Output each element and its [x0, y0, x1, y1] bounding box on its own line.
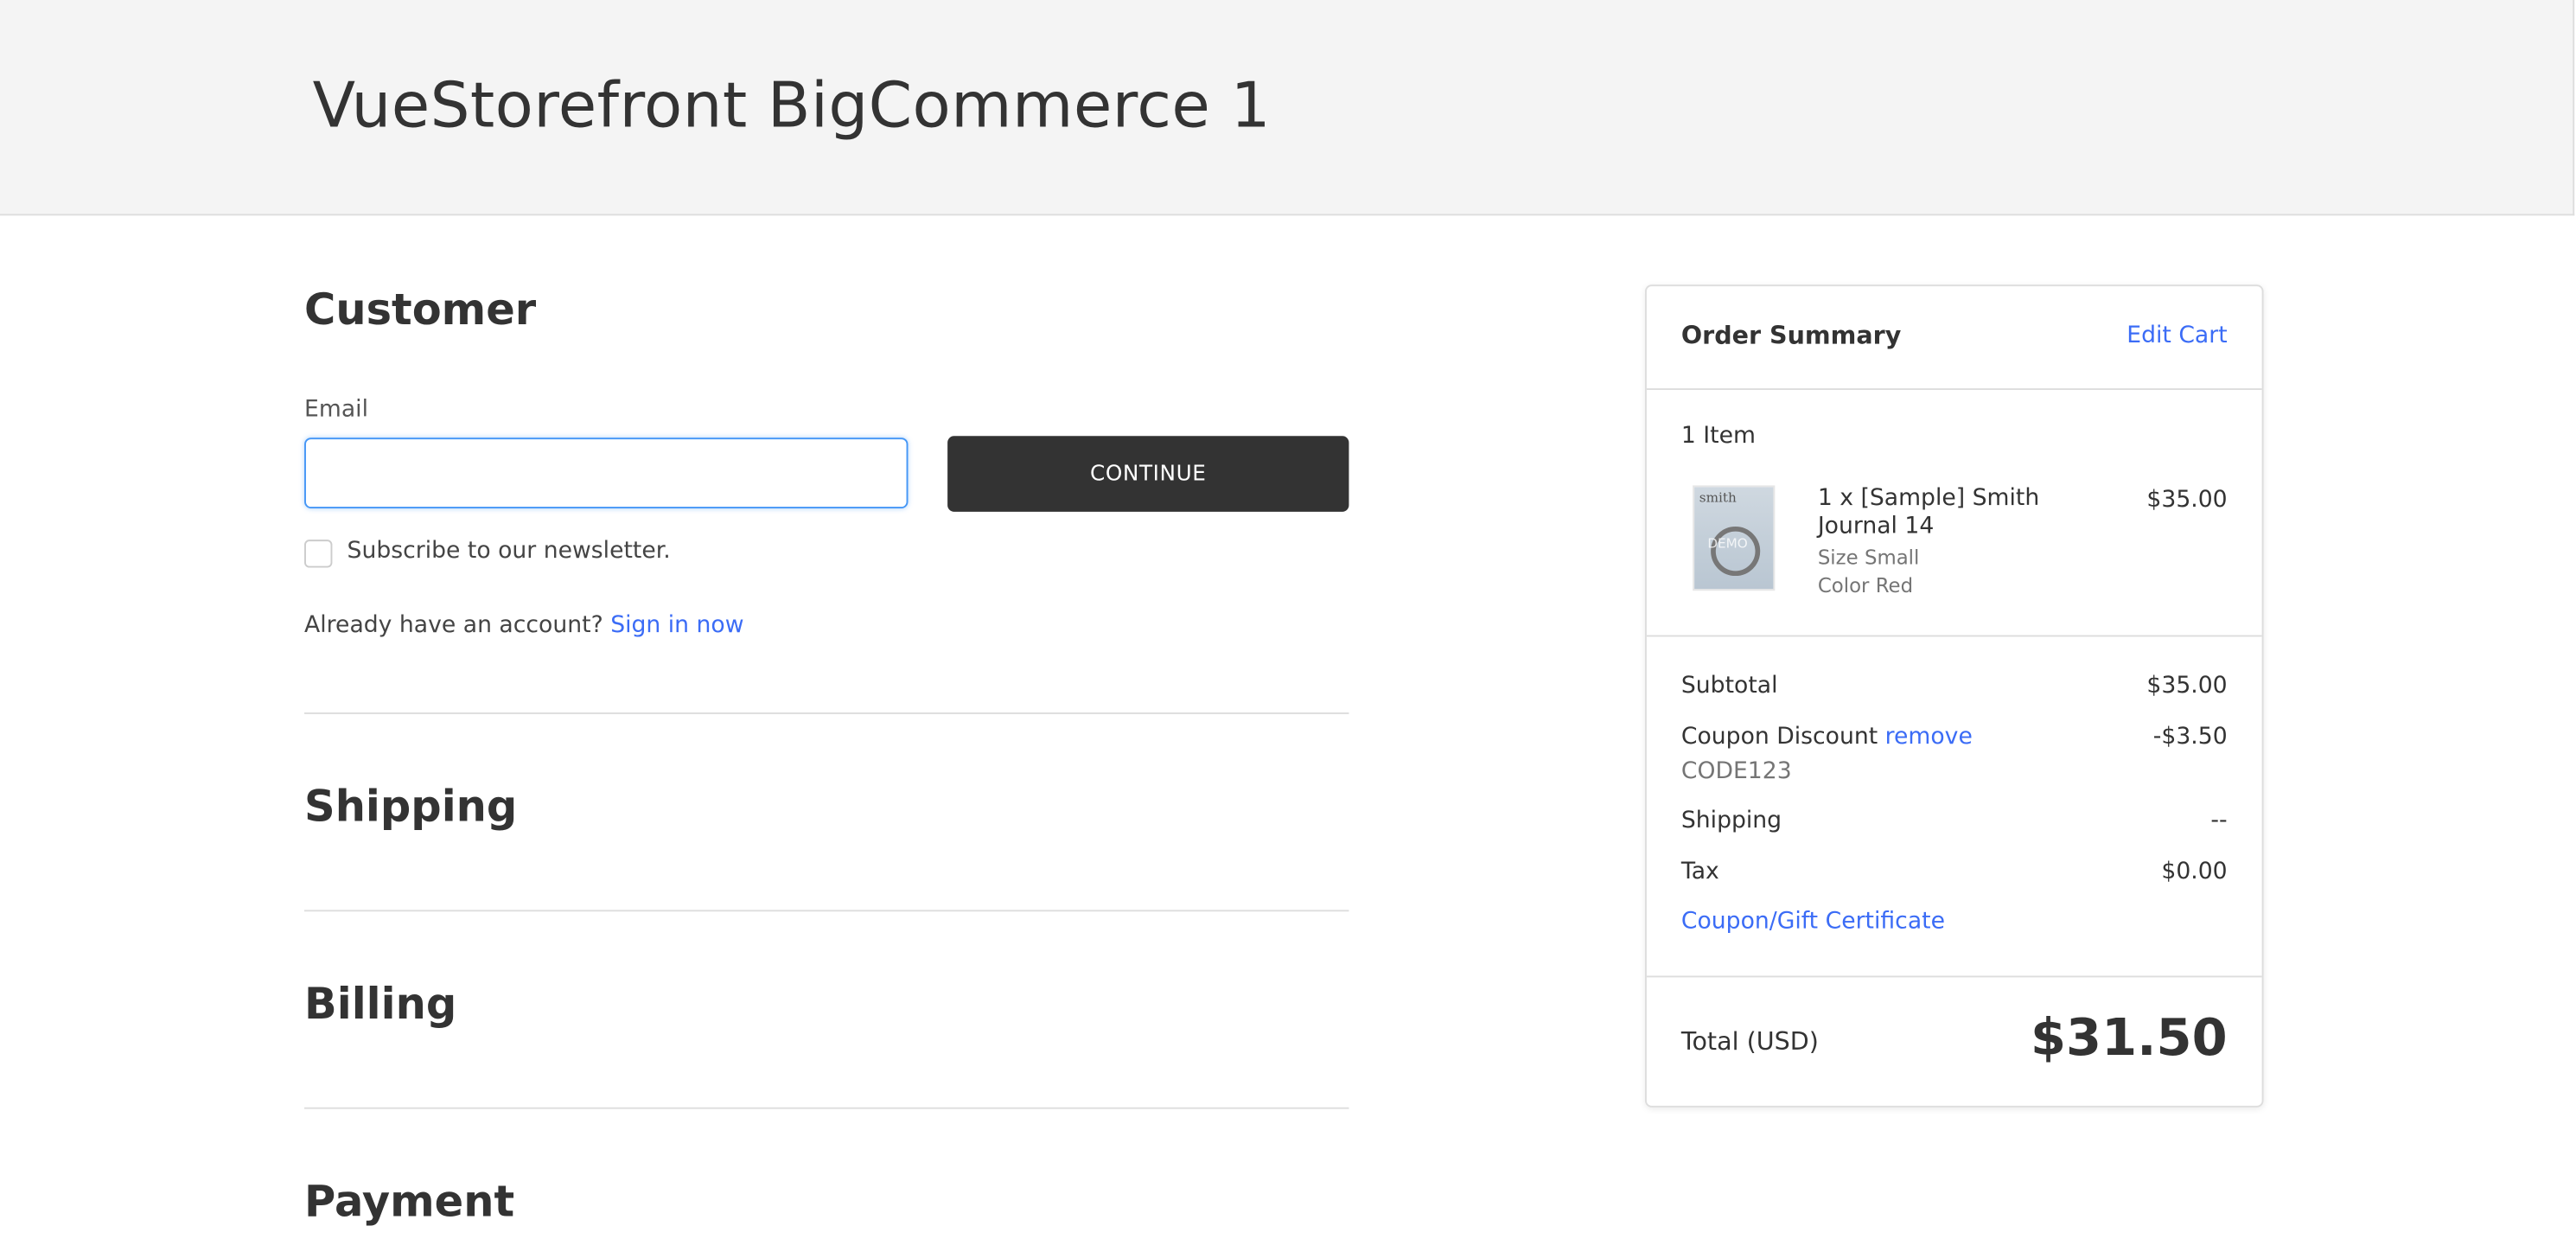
sign-in-link[interactable]: Sign in now — [610, 612, 743, 638]
total-label: Total (USD) — [1680, 1026, 1819, 1057]
edit-cart-link[interactable]: Edit Cart — [2126, 323, 2227, 348]
total-value: $31.50 — [2030, 1008, 2228, 1069]
payment-heading[interactable]: Payment — [304, 1178, 514, 1228]
subtotal-value: $35.00 — [2146, 673, 2228, 699]
item-count: 1 Item — [1680, 423, 1756, 450]
divider — [304, 712, 1349, 714]
coupon-value: -$3.50 — [2152, 724, 2228, 750]
newsletter-checkbox[interactable] — [304, 540, 333, 568]
product-image-title: smith — [1699, 490, 1737, 506]
billing-heading[interactable]: Billing — [304, 980, 456, 1030]
order-summary-title: Order Summary — [1680, 321, 1902, 351]
email-input[interactable] — [304, 437, 909, 509]
product-image: smith DEMO — [1693, 485, 1776, 591]
coupon-row: Coupon Discount remove — [1681, 724, 1973, 750]
tax-label: Tax — [1680, 859, 1719, 885]
customer-heading: Customer — [304, 286, 537, 336]
product-price: $35.00 — [2146, 487, 2228, 514]
subtotal-label: Subtotal — [1680, 673, 1778, 699]
shipping-heading[interactable]: Shipping — [304, 783, 517, 833]
site-title[interactable]: VueStorefront BigCommerce 1 — [313, 69, 1271, 142]
product-color: Color Red — [1817, 574, 1914, 597]
account-prompt-text: Already have an account? — [304, 611, 603, 639]
newsletter-label[interactable]: Subscribe to our newsletter. — [348, 538, 671, 564]
divider — [1646, 975, 2262, 978]
coupon-code: CODE123 — [1680, 758, 1792, 785]
product-name: 1 x [Sample] Smith Journal 14 — [1818, 485, 2039, 541]
product-size: Size Small — [1817, 546, 1920, 570]
divider — [304, 1107, 1349, 1109]
coupon-gift-link[interactable]: Coupon/Gift Certificate — [1681, 908, 1945, 934]
demo-watermark: DEMO — [1707, 536, 1748, 552]
shipping-label: Shipping — [1680, 808, 1782, 834]
account-prompt: Already have an account? Sign in now — [304, 612, 743, 638]
tax-value: $0.00 — [2161, 859, 2228, 885]
product-name-line: Journal 14 — [1817, 513, 1935, 540]
divider — [1646, 635, 2262, 637]
site-header: VueStorefront BigCommerce 1 — [0, 0, 2575, 216]
email-label: Email — [304, 396, 368, 424]
coupon-remove-link[interactable]: remove — [1885, 724, 1973, 750]
coupon-label: Coupon Discount — [1680, 724, 1878, 750]
divider — [1646, 388, 2262, 391]
order-summary-card: Order Summary Edit Cart 1 Item smith DEM… — [1645, 284, 2264, 1108]
continue-button[interactable]: CONTINUE — [947, 436, 1349, 512]
shipping-value: -- — [2210, 808, 2228, 834]
product-name-line: 1 x [Sample] Smith — [1817, 485, 2040, 512]
divider — [304, 910, 1349, 912]
